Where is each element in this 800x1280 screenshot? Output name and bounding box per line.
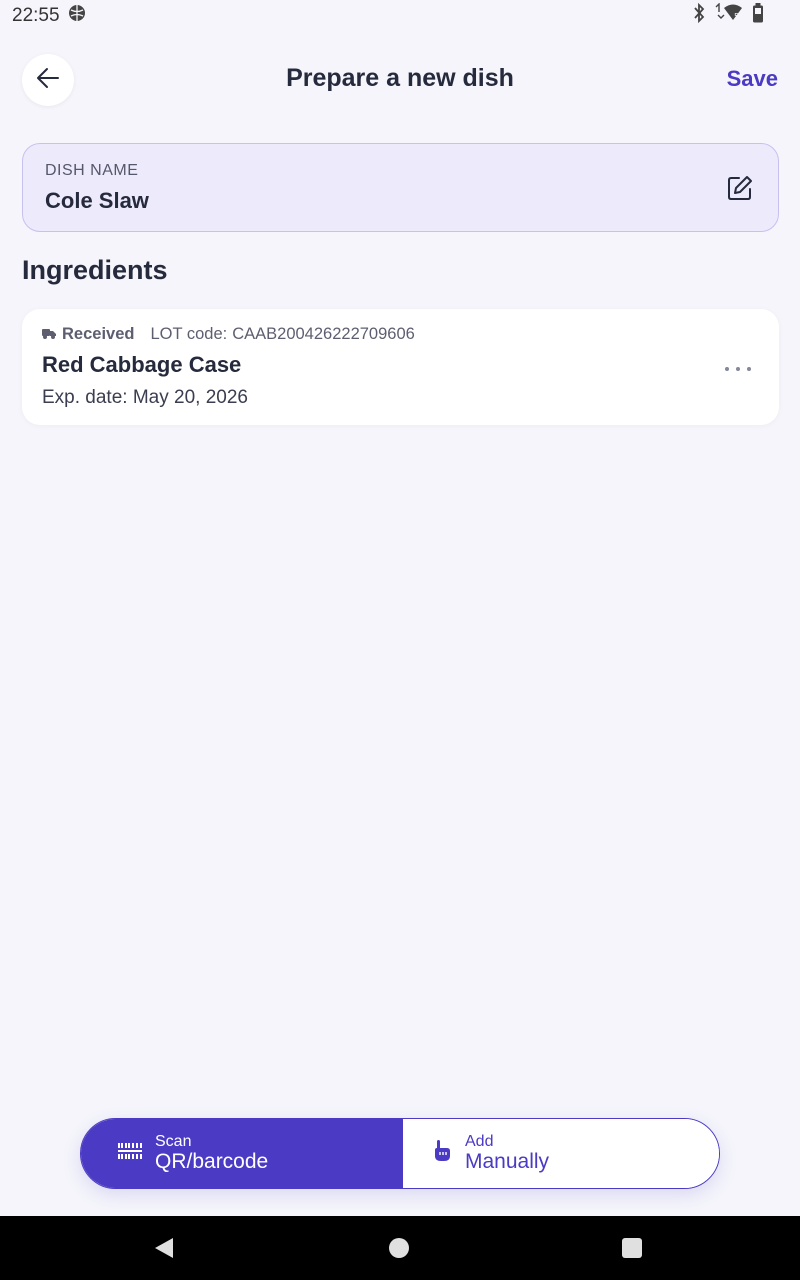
nav-recents-icon[interactable]: [622, 1238, 642, 1258]
manual-label: Add: [465, 1133, 494, 1151]
edit-icon: [726, 176, 754, 206]
battery-icon: [752, 3, 764, 29]
scan-qr-button[interactable]: Scan QR/barcode: [81, 1119, 403, 1188]
add-ingredient-bar: Scan QR/barcode Add Manually: [80, 1118, 720, 1189]
ingredient-card[interactable]: Received LOT code: CAAB200426222709606 R…: [22, 309, 779, 425]
add-manually-button[interactable]: Add Manually: [403, 1119, 719, 1188]
ingredients-heading: Ingredients: [22, 255, 168, 285]
dish-name-value: Cole Slaw: [45, 188, 149, 213]
ingredient-meta: Received LOT code: CAAB200426222709606: [42, 325, 759, 344]
more-dots-icon: [747, 367, 751, 371]
nav-back-icon[interactable]: [154, 1237, 174, 1264]
ingredient-name: Red Cabbage Case: [42, 352, 242, 377]
scan-label: Scan: [155, 1133, 192, 1151]
page-title: Prepare a new dish: [286, 64, 514, 92]
status-time: 22:55: [12, 5, 60, 26]
bluetooth-icon: [692, 2, 706, 29]
save-button[interactable]: Save: [727, 66, 778, 92]
more-dots-icon: [736, 367, 740, 371]
truck-icon: [42, 325, 56, 344]
edit-button[interactable]: [726, 174, 754, 202]
hand-pointer-icon: [433, 1139, 453, 1168]
scan-sublabel: QR/barcode: [155, 1149, 269, 1173]
status-bar: 22:55 5: [0, 0, 800, 32]
manual-sublabel: Manually: [465, 1149, 550, 1173]
app-header: Prepare a new dish Save: [0, 52, 800, 108]
lot-label: LOT code:: [150, 325, 228, 343]
expiration-date: Exp. date: May 20, 2026: [42, 387, 248, 408]
svg-text:5: 5: [734, 12, 739, 21]
lot-code: CAAB200426222709606: [232, 325, 415, 343]
nav-home-icon[interactable]: [389, 1238, 409, 1258]
more-dots-icon: [725, 367, 729, 371]
status-badge: Received: [62, 325, 135, 343]
notification-icon: [68, 4, 86, 28]
system-navigation-bar: [0, 1216, 800, 1280]
dish-name-card[interactable]: DISH NAME Cole Slaw: [22, 143, 779, 232]
dish-name-label: DISH NAME: [45, 162, 139, 179]
wifi-icon: 5: [714, 2, 744, 29]
more-options-button[interactable]: [725, 359, 751, 379]
barcode-icon: [117, 1140, 143, 1167]
